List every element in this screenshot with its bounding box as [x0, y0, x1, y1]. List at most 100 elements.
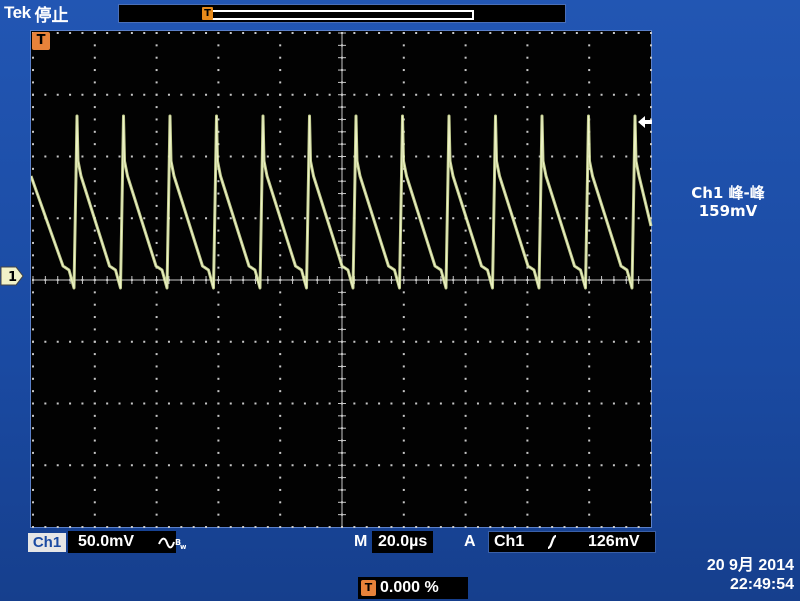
graticule-dot: [279, 451, 282, 454]
graticule-dot: [588, 353, 591, 356]
graticule-dot: [365, 526, 368, 528]
graticule-dot: [538, 93, 541, 96]
graticule-dot: [279, 303, 282, 306]
graticule-dot: [415, 402, 418, 405]
graticule-dot: [155, 192, 158, 195]
graticule-dot: [464, 402, 467, 405]
graticule-dot: [155, 106, 158, 109]
graticule-dot: [575, 217, 578, 220]
graticule-dot: [612, 155, 615, 158]
graticule-dot: [217, 439, 220, 442]
graticule-dot: [551, 402, 554, 405]
graticule-dot: [93, 427, 96, 430]
graticule-dot: [32, 229, 34, 232]
graticule-dot: [155, 81, 158, 84]
graticule-dot: [402, 229, 405, 232]
graticule-dot: [217, 427, 220, 430]
graticule-dot: [279, 229, 282, 232]
graticule-dot: [600, 526, 603, 528]
graticule-dot: [415, 464, 418, 467]
ac-bandwidth-limit-icon: B w: [158, 537, 186, 550]
graticule-dot: [316, 93, 319, 96]
brand-status: Tek 停止: [4, 2, 69, 26]
graticule-dot: [551, 217, 554, 220]
graticule-dot: [180, 217, 183, 220]
graticule-dot: [526, 56, 529, 59]
graticule-dot: [538, 526, 541, 528]
horizontal-position-icon: T: [361, 580, 376, 596]
graticule-dot: [118, 32, 121, 34]
graticule-dot: [242, 464, 245, 467]
graticule-dot: [217, 328, 220, 331]
graticule-dot: [155, 501, 158, 504]
graticule-dot: [439, 526, 442, 528]
graticule-dot: [464, 81, 467, 84]
graticule-dot: [32, 353, 34, 356]
graticule-dot: [501, 217, 504, 220]
graticule-dot: [588, 303, 591, 306]
graticule-dot: [538, 32, 541, 34]
graticule-dot: [514, 340, 517, 343]
graticule: [31, 32, 653, 528]
graticule-dot: [588, 229, 591, 232]
graticule-dot: [229, 402, 232, 405]
graticule-dot: [637, 217, 640, 220]
graticule-dot: [538, 402, 541, 405]
graticule-dot: [464, 316, 467, 319]
graticule-dot: [93, 81, 96, 84]
graticule-dot: [106, 155, 109, 158]
graticule-dot: [526, 464, 529, 467]
graticule-dot: [266, 340, 269, 343]
graticule-dot: [130, 93, 133, 96]
graticule-dot: [155, 217, 158, 220]
channel-tag[interactable]: Ch1: [28, 533, 66, 552]
graticule-dot: [44, 155, 47, 158]
graticule-dot: [93, 513, 96, 516]
graticule-dot: [106, 340, 109, 343]
graticule-dot: [180, 340, 183, 343]
timebase-label: M: [354, 533, 368, 550]
measurement-value: 159mV: [698, 202, 758, 220]
graticule-dot: [464, 513, 467, 516]
graticule-dot: [650, 167, 652, 170]
graticule-dot: [650, 93, 652, 96]
graticule-dot: [266, 32, 269, 34]
graticule-dot: [93, 340, 96, 343]
graticule-dot: [588, 106, 591, 109]
graticule-dot: [81, 32, 84, 34]
graticule-dot: [563, 155, 566, 158]
graticule-dot: [155, 526, 158, 528]
graticule-dot: [402, 192, 405, 195]
graticule-dot: [526, 526, 529, 528]
graticule-dot: [167, 402, 170, 405]
graticule-dot: [32, 93, 34, 96]
graticule-dot: [489, 464, 492, 467]
graticule-dot: [328, 464, 331, 467]
graticule-dot: [452, 464, 455, 467]
channel-scale-value: 50.0mV: [78, 533, 135, 550]
graticule-dot: [279, 106, 282, 109]
graticule-dot: [229, 526, 232, 528]
trigger-level-arrow-icon: [638, 116, 652, 128]
graticule-dot: [464, 526, 467, 528]
graticule-dot: [266, 526, 269, 528]
graticule-dot: [32, 241, 34, 244]
graticule-dot: [612, 526, 615, 528]
graticule-dot: [514, 526, 517, 528]
graticule-dot: [588, 365, 591, 368]
graticule-dot: [303, 464, 306, 467]
graticule-dot: [118, 464, 121, 467]
graticule-dot: [93, 377, 96, 380]
timebase-value[interactable]: 20.0µs: [372, 531, 434, 553]
graticule-dot: [279, 254, 282, 257]
graticule-dot: [279, 316, 282, 319]
graticule-dot: [93, 204, 96, 207]
graticule-dot: [217, 501, 220, 504]
graticule-dot: [155, 402, 158, 405]
graticule-dot: [217, 390, 220, 393]
graticule-dot: [378, 526, 381, 528]
graticule-dot: [32, 155, 34, 158]
graticule-dot: [32, 254, 34, 257]
graticule-dot: [625, 93, 628, 96]
graticule-dot: [526, 192, 529, 195]
